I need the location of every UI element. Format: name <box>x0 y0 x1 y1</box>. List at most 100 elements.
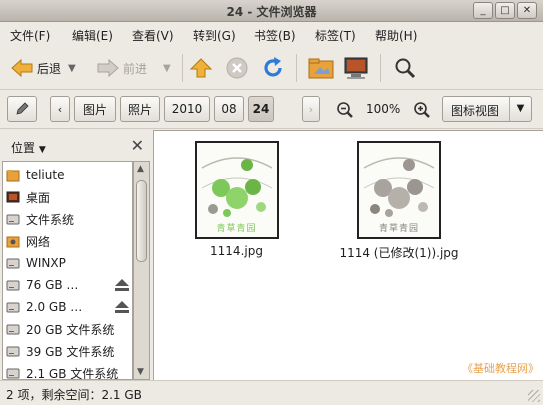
sidebar-item-label: 76 GB … <box>26 278 79 292</box>
sidebar-item-desktop[interactable]: 桌面 <box>3 186 132 208</box>
drive-icon <box>6 258 20 269</box>
file-item[interactable]: 青草青园 1114.jpg <box>174 141 299 258</box>
drive-icon <box>6 214 20 225</box>
stop-button[interactable] <box>225 54 249 82</box>
chevron-down-icon: ▼ <box>68 62 76 74</box>
sidebar-item-label: 文件系统 <box>26 212 75 227</box>
reload-icon <box>264 57 282 77</box>
toolbar-separator <box>182 54 183 82</box>
title-bar: 24 - 文件浏览器 _ □ ✕ <box>0 0 543 22</box>
sidebar-scrollbar[interactable]: ▲ ▼ <box>133 161 150 380</box>
maximize-button[interactable]: □ <box>495 2 515 19</box>
eject-icon[interactable] <box>114 278 130 292</box>
sidebar-item-2-1gb[interactable]: 2.1 GB 文件系统 <box>3 362 132 380</box>
places-list: teliute 桌面 文件系统 网络 WINXP 76 GB … 2.0 GB … <box>2 161 133 380</box>
sidebar-item-filesystem[interactable]: 文件系统 <box>3 208 132 230</box>
back-button[interactable]: 后退 <box>10 54 61 82</box>
path-segment-photos[interactable]: 照片 <box>120 96 160 122</box>
back-arrow-icon <box>11 58 33 78</box>
path-scroll-right-button[interactable]: › <box>302 96 320 122</box>
back-label: 后退 <box>37 61 62 76</box>
path-scroll-left-button[interactable]: ‹ <box>50 96 70 122</box>
menu-edit[interactable]: 编辑(E) <box>72 27 113 44</box>
sidebar-item-label: WINXP <box>26 256 66 270</box>
edit-location-button[interactable] <box>7 96 37 122</box>
path-segment-2010[interactable]: 2010 <box>164 96 210 122</box>
file-name: 1114.jpg <box>210 244 263 258</box>
watermark: 《基础教程网》 <box>462 362 539 375</box>
scroll-down-icon[interactable]: ▼ <box>137 367 144 377</box>
drive-icon <box>6 346 20 357</box>
sidebar-header: 位置 ▼ ✕ <box>4 134 148 158</box>
desktop-icon <box>6 191 20 203</box>
path-segment-pictures[interactable]: 图片 <box>74 96 116 122</box>
computer-icon <box>344 57 368 79</box>
search-icon <box>395 58 416 79</box>
computer-button[interactable] <box>343 54 369 82</box>
sidebar-item-2gb[interactable]: 2.0 GB … <box>3 296 132 318</box>
view-mode-value: 图标视图 <box>451 104 500 118</box>
close-button[interactable]: ✕ <box>517 2 537 19</box>
drive-icon <box>6 280 20 291</box>
sidebar-item-winxp[interactable]: WINXP <box>3 252 132 274</box>
file-view: 青草青园 1114.jpg 青草青园 1114 (已修改(1)).jpg 《基础… <box>153 130 543 380</box>
sidebar: 位置 ▼ ✕ teliute 桌面 文件系统 网络 WINXP 76 GB … <box>0 130 152 380</box>
location-bar: ‹ 图片 照片 2010 08 24 › 100% 图标视图 ▼ <box>0 91 543 129</box>
chevron-down-icon: ▼ <box>163 62 171 74</box>
menu-bar: 文件(F) 编辑(E) 查看(V) 转到(G) 书签(B) 标签(T) 帮助(H… <box>0 22 543 46</box>
resize-grip[interactable] <box>528 390 540 402</box>
sidebar-item-20gb[interactable]: 20 GB 文件系统 <box>3 318 132 340</box>
up-button[interactable] <box>189 54 213 82</box>
scroll-up-icon[interactable]: ▲ <box>137 164 144 174</box>
sidebar-item-label: 39 GB 文件系统 <box>26 344 115 359</box>
reload-button[interactable] <box>261 54 285 82</box>
home-button[interactable] <box>308 54 334 82</box>
drive-icon <box>6 324 20 335</box>
forward-label: 前进 <box>123 61 148 76</box>
home-folder-icon <box>308 58 334 79</box>
menu-bookmarks[interactable]: 书签(B) <box>254 27 296 44</box>
back-history-dropdown[interactable]: ▼ <box>68 54 76 82</box>
sidebar-item-network[interactable]: 网络 <box>3 230 132 252</box>
sidebar-title-dropdown[interactable]: 位置 ▼ <box>11 139 46 156</box>
zoom-out-icon[interactable] <box>336 101 354 119</box>
minimize-button[interactable]: _ <box>473 2 493 19</box>
sidebar-item-39gb[interactable]: 39 GB 文件系统 <box>3 340 132 362</box>
window-title: 24 - 文件浏览器 <box>226 5 317 19</box>
close-sidebar-icon[interactable]: ✕ <box>131 136 144 155</box>
thumbnail-caption: 青草青园 <box>216 224 257 234</box>
status-bar: 2 项，剩余空间：2.1 GB <box>0 380 543 405</box>
sidebar-item-76gb[interactable]: 76 GB … <box>3 274 132 296</box>
scrollbar-thumb[interactable] <box>136 180 147 262</box>
menu-file[interactable]: 文件(F) <box>10 27 50 44</box>
forward-button[interactable]: 前进 <box>96 54 147 82</box>
search-button[interactable] <box>393 54 417 82</box>
chevron-down-icon: ▼ <box>38 145 46 155</box>
forward-history-dropdown[interactable]: ▼ <box>163 54 171 82</box>
file-name: 1114 (已修改(1)).jpg <box>339 246 459 260</box>
chevron-right-icon: › <box>308 102 314 116</box>
sidebar-item-label: 2.1 GB 文件系统 <box>26 366 119 380</box>
file-item[interactable]: 青草青园 1114 (已修改(1)).jpg <box>319 141 479 261</box>
forward-arrow-icon <box>97 58 119 78</box>
sidebar-item-label: teliute <box>26 168 65 182</box>
path-segment-24[interactable]: 24 <box>248 96 274 122</box>
zoom-in-icon[interactable] <box>413 101 431 119</box>
menu-tabs[interactable]: 标签(T) <box>315 27 356 44</box>
sidebar-item-label: 20 GB 文件系统 <box>26 322 115 337</box>
menu-go[interactable]: 转到(G) <box>193 27 236 44</box>
status-text: 2 项，剩余空间：2.1 GB <box>6 388 142 402</box>
menu-view[interactable]: 查看(V) <box>132 27 174 44</box>
view-mode-select[interactable]: 图标视图 ▼ <box>442 96 532 122</box>
sidebar-item-label: 桌面 <box>26 190 51 205</box>
sidebar-item-label: 2.0 GB … <box>26 300 83 314</box>
menu-help[interactable]: 帮助(H) <box>375 27 417 44</box>
eject-icon[interactable] <box>114 300 130 314</box>
toolbar-separator <box>380 54 381 82</box>
drive-icon <box>6 368 20 379</box>
sidebar-item-label: 网络 <box>26 234 51 249</box>
path-segment-08[interactable]: 08 <box>214 96 244 122</box>
sidebar-item-teliute[interactable]: teliute <box>3 164 132 186</box>
zoom-level: 100% <box>366 102 401 116</box>
up-arrow-icon <box>189 58 213 78</box>
